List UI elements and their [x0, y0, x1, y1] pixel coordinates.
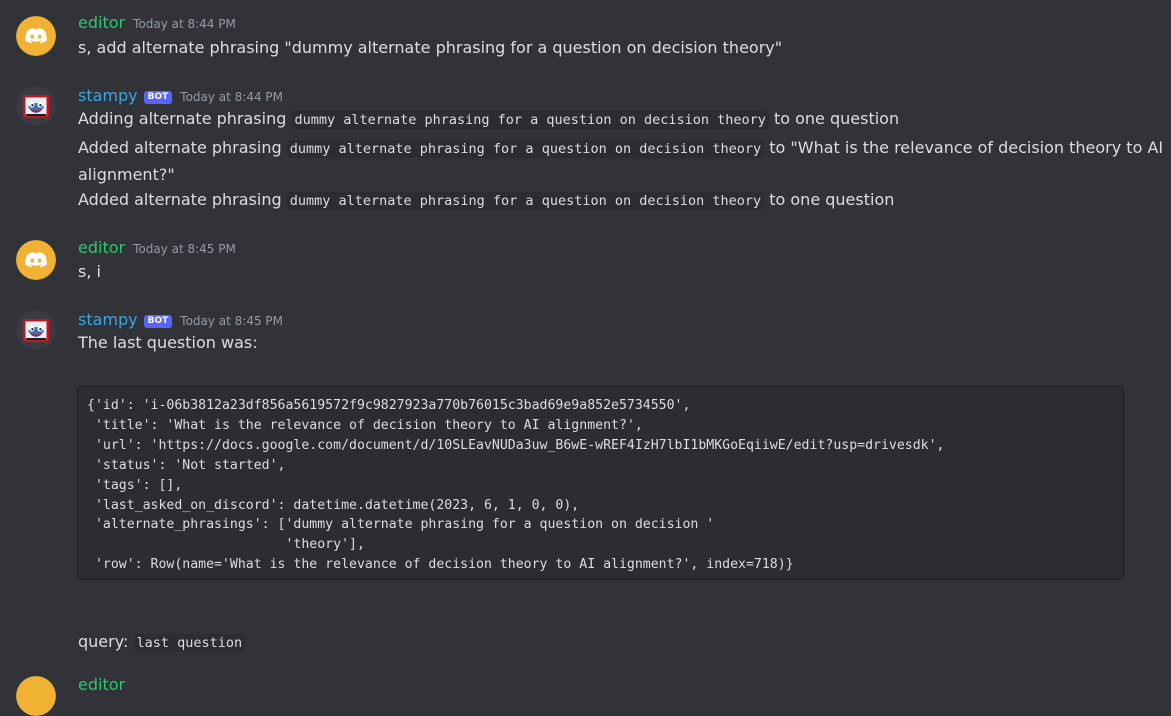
- username-stampy[interactable]: stampy: [78, 86, 138, 105]
- line-text: Added alternate phrasing: [78, 138, 282, 157]
- message-line: Added alternate phrasing dummy alternate…: [78, 135, 1171, 187]
- inline-code: dummy alternate phrasing for a question …: [286, 140, 765, 158]
- editor-avatar[interactable]: [16, 16, 56, 56]
- timestamp: Today at 8:45 PM: [180, 314, 284, 328]
- message-text: s, i: [78, 262, 101, 281]
- discord-logo-icon: [16, 16, 56, 56]
- bot-tag: BOT: [143, 315, 173, 328]
- timestamp: Today at 8:45 PM: [133, 242, 236, 256]
- message-header: stampy BOT Today at 8:44 PM: [78, 86, 283, 106]
- timestamp: Today at 8:44 PM: [180, 90, 284, 104]
- discord-logo-icon: [16, 676, 56, 716]
- username-editor[interactable]: editor: [78, 675, 125, 694]
- editor-avatar[interactable]: [16, 240, 56, 280]
- message-header: editor: [78, 675, 125, 695]
- message-line: Adding alternate phrasing dummy alternat…: [78, 107, 899, 132]
- inline-code: dummy alternate phrasing for a question …: [286, 192, 765, 210]
- discord-logo-icon: [16, 240, 56, 280]
- line-text: Added alternate phrasing: [78, 190, 282, 209]
- message-header: stampy BOT Today at 8:45 PM: [78, 310, 283, 330]
- editor-avatar[interactable]: [16, 676, 56, 716]
- stampy-avatar-icon: [16, 86, 56, 126]
- message-text: s, add alternate phrasing "dummy alterna…: [78, 38, 783, 57]
- timestamp: Today at 8:44 PM: [133, 17, 236, 31]
- line-text: to one question: [769, 190, 895, 209]
- message-header: editor Today at 8:45 PM: [78, 238, 236, 258]
- stampy-avatar[interactable]: [16, 86, 56, 126]
- inline-code: last question: [133, 634, 246, 652]
- message-header: editor Today at 8:44 PM: [78, 13, 236, 33]
- line-text: to one question: [773, 109, 900, 128]
- message-line: Added alternate phrasing dummy alternate…: [78, 188, 894, 213]
- stampy-avatar-icon: [16, 310, 56, 350]
- query-label: query:: [78, 632, 129, 651]
- inline-code: dummy alternate phrasing for a question …: [291, 111, 769, 129]
- code-block: {'id': 'i-06b3812a23df856a5619572f9c9827…: [77, 386, 1124, 580]
- username-stampy[interactable]: stampy: [78, 310, 138, 329]
- username-editor[interactable]: editor: [78, 238, 125, 257]
- stampy-avatar[interactable]: [16, 310, 56, 350]
- line-text: Adding alternate phrasing: [78, 109, 287, 128]
- bot-tag: BOT: [143, 91, 173, 104]
- message-text: The last question was:: [78, 333, 258, 352]
- query-line: query: last question: [78, 630, 246, 655]
- username-editor[interactable]: editor: [78, 13, 125, 32]
